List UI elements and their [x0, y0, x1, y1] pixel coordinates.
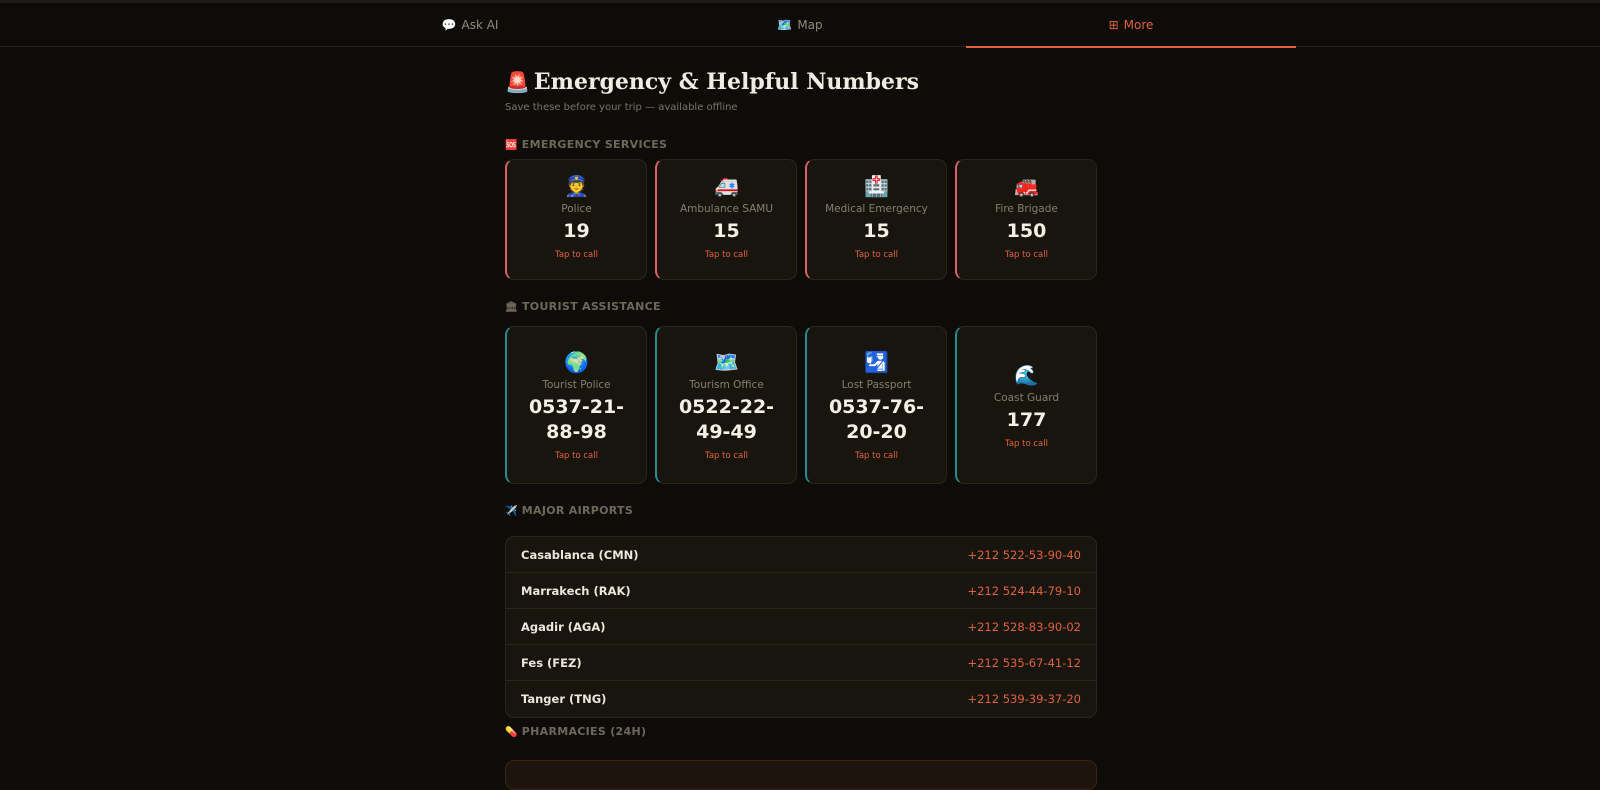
- card-number: 0537-76-20-20: [828, 396, 925, 443]
- police-officer-icon: 👮: [564, 174, 589, 198]
- pill-icon: 💊: [505, 727, 518, 738]
- table-row[interactable]: Agadir (AGA) +212 528-83-90-02: [506, 609, 1096, 645]
- card-label: Police: [561, 203, 592, 215]
- tab-bar: 💬 Ask AI 🗺️ Map ⊞ More: [0, 3, 1600, 48]
- page-title: 🚨 Emergency & Helpful Numbers: [505, 69, 919, 95]
- section-heading-text: TOURIST ASSISTANCE: [522, 300, 661, 313]
- classical-building-icon: 🏛: [505, 302, 518, 313]
- chat-bubble-icon: 💬: [441, 18, 457, 32]
- tourist-card-police[interactable]: 🌍 Tourist Police 0537-21-88-98 Tap to ca…: [505, 326, 647, 484]
- card-label: Fire Brigade: [995, 203, 1058, 215]
- card-number: 0537-21-88-98: [528, 396, 625, 443]
- tap-to-call-link[interactable]: Tap to call: [705, 451, 748, 461]
- card-label: Ambulance SAMU: [679, 203, 774, 215]
- table-row[interactable]: Fes (FEZ) +212 535-67-41-12: [506, 645, 1096, 681]
- card-number: 15: [863, 220, 890, 242]
- tourist-card-coast-guard[interactable]: 🌊 Coast Guard 177 Tap to call: [955, 326, 1097, 484]
- emergency-card-fire[interactable]: 🚒 Fire Brigade 150 Tap to call: [955, 159, 1097, 280]
- airport-name: Tanger (TNG): [521, 692, 607, 706]
- tab-label: Ask AI: [461, 18, 499, 32]
- wave-icon: 🌊: [1014, 362, 1039, 387]
- tap-to-call-link[interactable]: Tap to call: [705, 250, 748, 260]
- card-label: Medical Emergency: [825, 203, 928, 215]
- globe-icon: 🌍: [564, 350, 589, 374]
- airplane-icon: ✈️: [505, 506, 518, 517]
- tab-more[interactable]: ⊞ More: [966, 3, 1296, 48]
- airports-table: Casablanca (CMN) +212 522-53-90-40 Marra…: [505, 536, 1097, 718]
- airport-phone-link[interactable]: +212 535-67-41-12: [967, 656, 1081, 670]
- section-heading-text: MAJOR AIRPORTS: [521, 504, 634, 517]
- tab-label: Map: [797, 18, 823, 32]
- sos-icon: 🆘: [505, 140, 518, 151]
- tap-to-call-link[interactable]: Tap to call: [555, 451, 598, 461]
- section-heading-text: EMERGENCY SERVICES: [521, 138, 668, 151]
- table-row[interactable]: Casablanca (CMN) +212 522-53-90-40: [506, 537, 1096, 573]
- airport-name: Agadir (AGA): [521, 619, 606, 634]
- tab-ask-ai[interactable]: 💬 Ask AI: [305, 3, 635, 47]
- airport-name: Marrakech (RAK): [521, 583, 631, 598]
- tab-label: More: [1123, 18, 1154, 32]
- pharmacy-card[interactable]: [505, 760, 1097, 790]
- tourist-card-tourism-office[interactable]: 🗺️ Tourism Office 0522-22-49-49 Tap to c…: [655, 326, 797, 484]
- section-heading-emergency: 🆘 EMERGENCY SERVICES: [505, 138, 667, 151]
- card-label: Tourist Police: [542, 379, 611, 391]
- card-number: 177: [1006, 408, 1047, 431]
- airport-name: Fes (FEZ): [521, 655, 582, 670]
- tap-to-call-link[interactable]: Tap to call: [1005, 250, 1048, 260]
- section-heading-tourist: 🏛 TOURIST ASSISTANCE: [505, 300, 661, 313]
- card-label: Lost Passport: [841, 379, 912, 391]
- tap-to-call-link[interactable]: Tap to call: [855, 451, 898, 461]
- siren-icon: 🚨: [505, 70, 530, 94]
- emergency-services-grid: 👮 Police 19 Tap to call 🚑 Ambulance SAMU…: [505, 159, 1097, 280]
- grid-icon: ⊞: [1108, 18, 1119, 32]
- section-heading-pharmacies: 💊 PHARMACIES (24H): [505, 725, 646, 738]
- ambulance-icon: 🚑: [714, 174, 739, 198]
- airport-phone-link[interactable]: +212 539-39-37-20: [967, 692, 1081, 706]
- table-row[interactable]: Tanger (TNG) +212 539-39-37-20: [506, 681, 1096, 717]
- airport-phone-link[interactable]: +212 522-53-90-40: [967, 548, 1081, 562]
- tap-to-call-link[interactable]: Tap to call: [555, 250, 598, 260]
- tourist-assistance-grid: 🌍 Tourist Police 0537-21-88-98 Tap to ca…: [505, 326, 1097, 484]
- card-number: 0522-22-49-49: [678, 396, 775, 443]
- card-label: Tourism Office: [689, 379, 764, 391]
- card-label: Coast Guard: [993, 391, 1060, 404]
- airport-name: Casablanca (CMN): [521, 547, 639, 562]
- hospital-icon: 🏥: [864, 174, 889, 198]
- tourist-card-lost-passport[interactable]: 🛂 Lost Passport 0537-76-20-20 Tap to cal…: [805, 326, 947, 484]
- page-subtitle: Save these before your trip — available …: [505, 102, 738, 113]
- table-row[interactable]: Marrakech (RAK) +212 524-44-79-10: [506, 573, 1096, 609]
- page-title-text: Emergency & Helpful Numbers: [533, 69, 920, 95]
- section-heading-airports: ✈️ MAJOR AIRPORTS: [505, 504, 633, 517]
- tap-to-call-link[interactable]: Tap to call: [1005, 439, 1048, 449]
- section-heading-text: PHARMACIES (24H): [521, 725, 647, 738]
- tap-to-call-link[interactable]: Tap to call: [855, 250, 898, 260]
- tab-map[interactable]: 🗺️ Map: [635, 3, 965, 47]
- emergency-card-medical[interactable]: 🏥 Medical Emergency 15 Tap to call: [805, 159, 947, 280]
- airport-phone-link[interactable]: +212 528-83-90-02: [967, 620, 1081, 634]
- emergency-card-ambulance[interactable]: 🚑 Ambulance SAMU 15 Tap to call: [655, 159, 797, 280]
- airport-phone-link[interactable]: +212 524-44-79-10: [967, 584, 1081, 598]
- map-icon: 🗺️: [777, 18, 793, 32]
- emergency-card-police[interactable]: 👮 Police 19 Tap to call: [505, 159, 647, 280]
- card-number: 150: [1006, 220, 1047, 242]
- card-number: 15: [713, 220, 740, 242]
- card-number: 19: [563, 220, 590, 242]
- fire-engine-icon: 🚒: [1014, 174, 1039, 198]
- passport-control-icon: 🛂: [864, 350, 889, 374]
- world-map-icon: 🗺️: [714, 350, 739, 374]
